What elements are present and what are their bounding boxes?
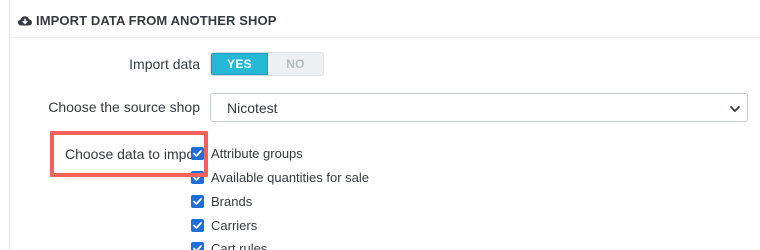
checkbox-label: Carriers bbox=[211, 218, 258, 233]
checkbox-checked[interactable] bbox=[191, 219, 204, 232]
checkbox-item[interactable]: Attribute groups bbox=[191, 146, 303, 161]
checkbox-label: Brands bbox=[211, 194, 253, 209]
data-to-import-label: Choose data to impo bbox=[65, 146, 192, 162]
import-data-toggle[interactable]: YES NO bbox=[210, 52, 324, 76]
panel-title: IMPORT DATA FROM ANOTHER SHOP bbox=[36, 13, 277, 28]
checkbox-item[interactable]: Cart rules bbox=[191, 241, 267, 250]
checkbox-label: Attribute groups bbox=[211, 146, 303, 161]
checkbox-checked[interactable] bbox=[191, 147, 204, 160]
import-data-label: Import data bbox=[129, 56, 200, 72]
checkbox-checked[interactable] bbox=[191, 242, 204, 250]
cloud-download-icon bbox=[17, 13, 33, 29]
checkbox-checked[interactable] bbox=[191, 171, 204, 184]
yes-button[interactable]: YES bbox=[211, 53, 268, 75]
no-button[interactable]: NO bbox=[268, 53, 323, 75]
source-shop-value: Nicotest bbox=[227, 99, 278, 116]
source-shop-select[interactable]: Nicotest bbox=[210, 93, 748, 122]
chevron-down-icon bbox=[729, 102, 741, 114]
page: IMPORT DATA FROM ANOTHER SHOP Import dat… bbox=[0, 0, 760, 250]
checkbox-item[interactable]: Available quantities for sale bbox=[191, 170, 369, 185]
panel-heading: IMPORT DATA FROM ANOTHER SHOP bbox=[10, 8, 760, 38]
checkbox-label: Cart rules bbox=[211, 241, 268, 250]
checkbox-label: Available quantities for sale bbox=[211, 170, 370, 185]
source-shop-label: Choose the source shop bbox=[48, 99, 200, 115]
checkbox-item[interactable]: Carriers bbox=[191, 218, 257, 233]
checkbox-checked[interactable] bbox=[191, 195, 204, 208]
checkbox-item[interactable]: Brands bbox=[191, 194, 252, 209]
